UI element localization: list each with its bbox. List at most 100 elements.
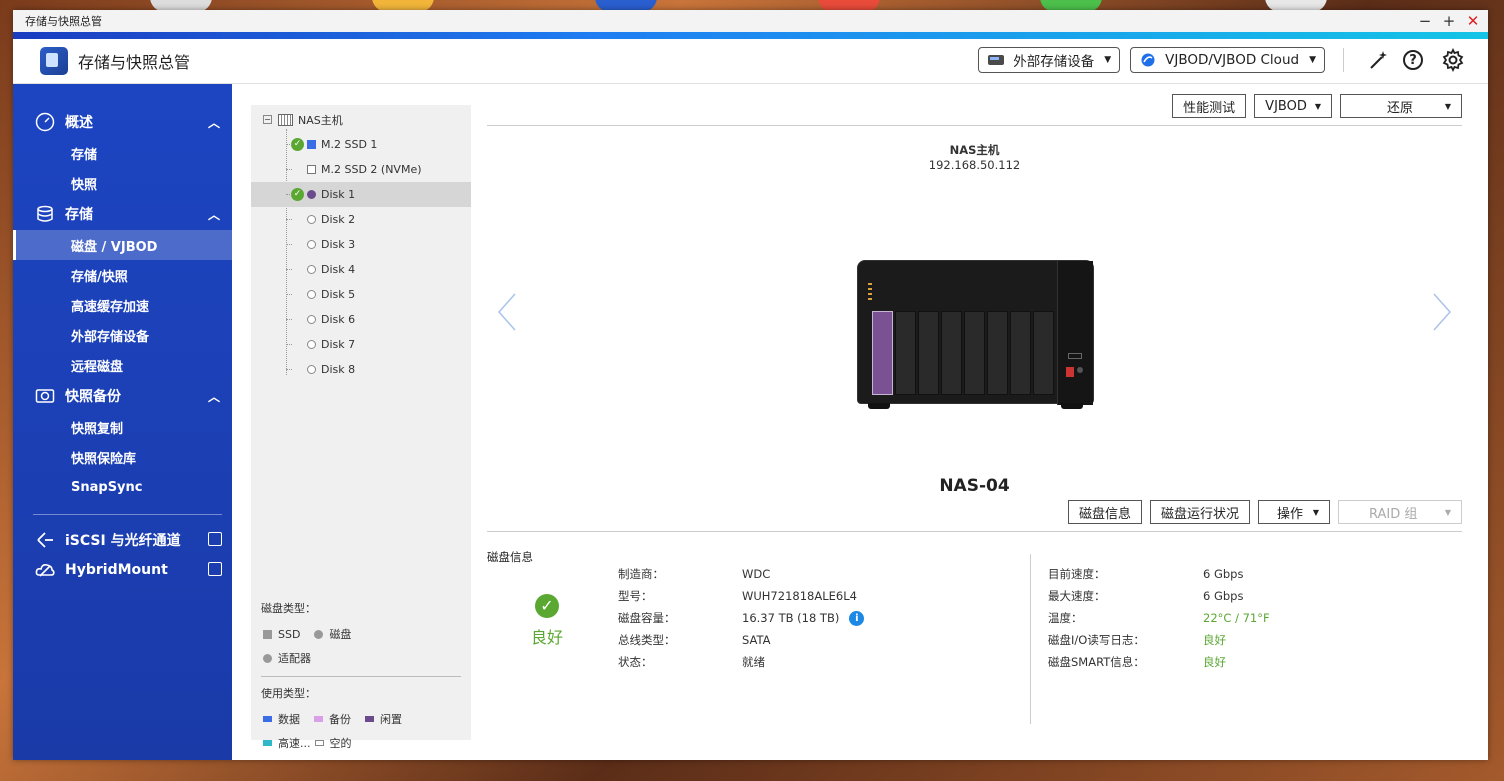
health-text: 良好	[531, 628, 564, 647]
sidebar-item-external-storage[interactable]: 外部存储设备	[13, 320, 232, 350]
help-icon[interactable]: ?	[1400, 47, 1426, 73]
sidebar-item-storage-snapshots[interactable]: 存储/快照	[13, 260, 232, 290]
tree-item-disk-1[interactable]: ✓ Disk 1	[251, 182, 471, 207]
drive-bay-5[interactable]	[964, 311, 985, 395]
tree-item-label: Disk 1	[321, 188, 356, 201]
header-separator	[1343, 48, 1344, 72]
nas-device-image	[857, 260, 1094, 409]
tree-item-label: Disk 7	[321, 338, 356, 351]
close-icon[interactable]: ✕	[1466, 12, 1480, 30]
tree-item-disk-8[interactable]: Disk 8	[251, 357, 471, 382]
sidebar-group-snapshot-backup[interactable]: 快照备份 ︿	[13, 380, 232, 412]
tree-item-disk-4[interactable]: Disk 4	[251, 257, 471, 282]
vjbod-cloud-dropdown[interactable]: VJBOD/VJBOD Cloud ▼	[1130, 47, 1325, 73]
top-toolbar: 性能测试 VJBOD ▼ 还原 ▼	[1164, 94, 1462, 118]
external-storage-dropdown[interactable]: 外部存储设备 ▼	[978, 47, 1121, 73]
external-drive-icon	[988, 55, 1005, 65]
disk-health-button[interactable]: 磁盘运行状况	[1149, 500, 1250, 524]
sidebar-item-storage-overview[interactable]: 存储	[13, 138, 232, 168]
cache-swatch-icon	[263, 740, 272, 746]
info-row-io-log: 磁盘I/O读写日志： 良好	[1048, 633, 1226, 647]
drive-bay-4[interactable]	[941, 311, 962, 395]
maximize-icon[interactable]: +	[1442, 12, 1456, 30]
raid-group-dropdown[interactable]: RAID 组 ▼	[1338, 500, 1462, 524]
info-row-status: 状态： 就绪	[618, 655, 765, 669]
sidebar-link-iscsi[interactable]: iSCSI 与光纤通道	[13, 525, 232, 555]
nas-icon	[278, 113, 293, 126]
sidebar-item-disks-vjbod[interactable]: 磁盘 / VJBOD	[13, 230, 232, 260]
info-row-vendor: 制造商： WDC	[618, 567, 771, 581]
sidebar-link-label: iSCSI 与光纤通道	[65, 533, 181, 549]
ssd-swatch-icon	[263, 629, 272, 639]
sidebar-link-label: HybridMount	[65, 562, 168, 578]
chevron-right-icon[interactable]	[1432, 292, 1452, 332]
sidebar-item-snapshot-replica[interactable]: 快照复制	[13, 412, 232, 442]
drive-bay-7[interactable]	[1010, 311, 1031, 395]
magic-wand-icon[interactable]	[1366, 47, 1392, 73]
data-usage-icon	[307, 140, 316, 149]
disk-swatch-icon	[314, 629, 324, 639]
sidebar-group-label: 快照备份	[65, 389, 121, 405]
actions-label: 操作	[1277, 506, 1304, 522]
backup-swatch-icon	[314, 716, 323, 722]
minimize-icon[interactable]: −	[1418, 12, 1432, 30]
drive-bay-6[interactable]	[987, 311, 1008, 395]
tree-item-disk-3[interactable]: Disk 3	[251, 232, 471, 257]
disk-info-left: 制造商： WDC 型号： WUH721818ALE6L4 磁盘容量： 16.37 TB…	[618, 563, 865, 673]
database-icon	[35, 204, 55, 224]
external-link-icon	[208, 562, 222, 576]
sidebar-item-snapsync[interactable]: SnapSync	[13, 472, 232, 502]
legend-label: 数据	[278, 713, 300, 726]
actions-dropdown[interactable]: 操作 ▼	[1258, 500, 1330, 524]
chevron-up-icon: ︿	[207, 116, 220, 130]
legend-label: 高速...	[278, 737, 311, 750]
legend-label: 空的	[329, 737, 352, 750]
tree-item-label: Disk 3	[321, 238, 356, 251]
tree-item-disk-6[interactable]: Disk 6	[251, 307, 471, 332]
info-icon[interactable]: i	[849, 610, 865, 626]
sidebar-link-hybridmount[interactable]: HybridMount	[13, 555, 232, 585]
tree-item-m2-ssd-2[interactable]: M.2 SSD 2 (NVMe)	[251, 157, 471, 182]
nas-ip-address: 192.168.50.112	[928, 158, 1021, 172]
tree-item-disk-2[interactable]: Disk 2	[251, 207, 471, 232]
empty-disk-icon	[307, 315, 316, 324]
tree-item-disk-7[interactable]: Disk 7	[251, 332, 471, 357]
tree-item-label: Disk 8	[321, 363, 356, 376]
legend-label: SSD	[278, 627, 301, 641]
external-storage-label: 外部存储设备	[1013, 54, 1095, 70]
gear-icon[interactable]	[1440, 47, 1466, 73]
restore-label: 还原	[1387, 100, 1414, 116]
tree-root-nas[interactable]: − NAS主机	[251, 107, 471, 132]
drive-bay-2[interactable]	[895, 311, 916, 395]
tree-item-disk-5[interactable]: Disk 5	[251, 282, 471, 307]
chevron-left-icon[interactable]	[497, 292, 517, 332]
sidebar-item-remote-disk[interactable]: 远程磁盘	[13, 350, 232, 380]
sidebar-item-cache-acceleration[interactable]: 高速缓存加速	[13, 290, 232, 320]
sidebar-group-label: 存储	[65, 207, 93, 223]
drive-bay-1[interactable]	[872, 311, 893, 395]
empty-disk-icon	[307, 265, 316, 274]
raid-group-label: RAID 组	[1369, 506, 1418, 522]
sidebar-item-snapshot-overview[interactable]: 快照	[13, 168, 232, 198]
vertical-divider	[1030, 554, 1031, 724]
disk-health-status: ✓ 良好	[531, 594, 563, 648]
vjbod-dropdown[interactable]: VJBOD ▼	[1254, 94, 1332, 118]
performance-test-button[interactable]: 性能测试	[1172, 94, 1247, 118]
empty-disk-icon	[307, 365, 316, 374]
restore-dropdown[interactable]: 还原 ▼	[1340, 94, 1462, 118]
main-panel: 性能测试 VJBOD ▼ 还原 ▼ NAS主机 192.168.50.112 N…	[487, 84, 1462, 760]
tree-item-m2-ssd-1[interactable]: ✓ M.2 SSD 1	[251, 132, 471, 157]
drive-bay-3[interactable]	[918, 311, 939, 395]
sidebar-group-overview[interactable]: 概述 ︿	[13, 106, 232, 138]
drive-bay-8[interactable]	[1033, 311, 1054, 395]
titlebar: 存储与快照总管 − + ✕	[13, 10, 1488, 32]
legend-label: 磁盘	[329, 628, 352, 641]
caret-down-icon: ▼	[1314, 101, 1321, 111]
tree-item-label: Disk 6	[321, 313, 356, 326]
vjbod-label: VJBOD	[1265, 98, 1307, 114]
tree-item-label: M.2 SSD 1	[321, 138, 378, 151]
disk-info-button[interactable]: 磁盘信息	[1067, 500, 1142, 524]
sidebar-group-storage[interactable]: 存储 ︿	[13, 198, 232, 230]
sidebar-item-snapshot-vault[interactable]: 快照保险库	[13, 442, 232, 472]
collapse-icon[interactable]: −	[263, 115, 272, 124]
